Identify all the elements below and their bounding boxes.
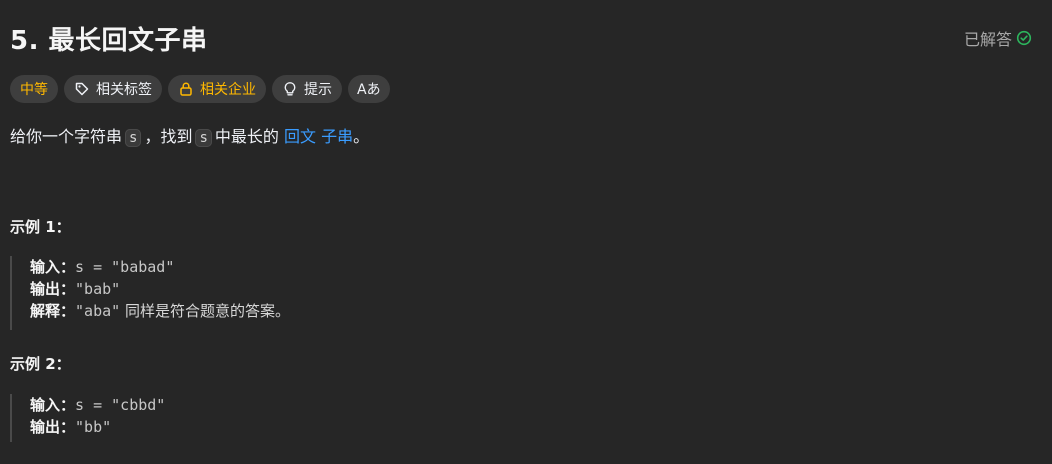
statement-text: 中最长的 bbox=[214, 127, 279, 146]
explanation-label: 解释： bbox=[30, 302, 76, 320]
check-circle-icon bbox=[1016, 30, 1032, 46]
example-2-block: 输入：s = "cbbd" 输出："bb" bbox=[10, 394, 165, 442]
problem-title[interactable]: 5. 最长回文子串 bbox=[10, 20, 208, 57]
example-2-title: 示例 2： bbox=[10, 355, 71, 373]
input-label: 输入： bbox=[30, 396, 76, 414]
input-value: s = "cbbd" bbox=[75, 396, 166, 414]
output-value: "bb" bbox=[75, 418, 112, 436]
tag-icon bbox=[74, 81, 90, 97]
example-1-block: 输入：s = "babad" 输出："bab" 解释："aba" 同样是符合题意… bbox=[10, 256, 290, 330]
statement-text: ，找到 bbox=[144, 127, 193, 146]
translate-icon: Aあ bbox=[357, 82, 381, 98]
lightbulb-icon bbox=[282, 81, 298, 97]
problem-statement: 给你一个字符串 s ，找到 s 中最长的 回文 子串。 bbox=[10, 126, 1042, 149]
explanation-value: "aba" bbox=[75, 302, 121, 320]
substring-link[interactable]: 子串 bbox=[321, 127, 353, 146]
related-companies-button[interactable]: 相关企业 bbox=[168, 75, 266, 103]
difficulty-badge[interactable]: 中等 bbox=[10, 75, 58, 103]
problem-description-panel: 5. 最长回文子串 已解答 中等 相关标签 相关企业 提示 Aあ 给你一个字符串… bbox=[0, 0, 1052, 464]
output-value: "bab" bbox=[75, 280, 121, 298]
related-companies-label: 相关企业 bbox=[200, 82, 256, 98]
solved-status: 已解答 bbox=[964, 26, 1032, 50]
output-label: 输出： bbox=[30, 280, 76, 298]
palindrome-link[interactable]: 回文 bbox=[284, 127, 316, 146]
example-1-output: 输出："bab" bbox=[30, 278, 290, 300]
hint-button[interactable]: 提示 bbox=[272, 75, 342, 103]
explanation-text: 同样是符合题意的答案。 bbox=[124, 302, 290, 320]
example-1-input: 输入：s = "babad" bbox=[30, 256, 290, 278]
inline-code-s: s bbox=[125, 129, 142, 147]
input-label: 输入： bbox=[30, 258, 76, 276]
translate-button[interactable]: Aあ bbox=[348, 75, 390, 103]
example-1-explanation: 解释："aba" 同样是符合题意的答案。 bbox=[30, 300, 290, 322]
example-2-output: 输出："bb" bbox=[30, 416, 165, 438]
example-1-title: 示例 1： bbox=[10, 218, 71, 236]
tag-bar: 中等 相关标签 相关企业 提示 Aあ bbox=[10, 74, 1042, 104]
related-topics-button[interactable]: 相关标签 bbox=[64, 75, 162, 103]
input-value: s = "babad" bbox=[75, 258, 175, 276]
output-label: 输出： bbox=[30, 418, 76, 436]
difficulty-label: 中等 bbox=[20, 82, 48, 98]
solved-label: 已解答 bbox=[963, 30, 1012, 49]
example-2-input: 输入：s = "cbbd" bbox=[30, 394, 165, 416]
inline-code-s: s bbox=[195, 129, 212, 147]
statement-text: 给你一个字符串 bbox=[10, 127, 123, 146]
related-topics-label: 相关标签 bbox=[96, 82, 152, 98]
statement-text: 。 bbox=[353, 127, 370, 146]
problem-header: 5. 最长回文子串 已解答 bbox=[10, 0, 1042, 74]
lock-icon bbox=[178, 81, 194, 97]
hint-label: 提示 bbox=[304, 82, 332, 98]
